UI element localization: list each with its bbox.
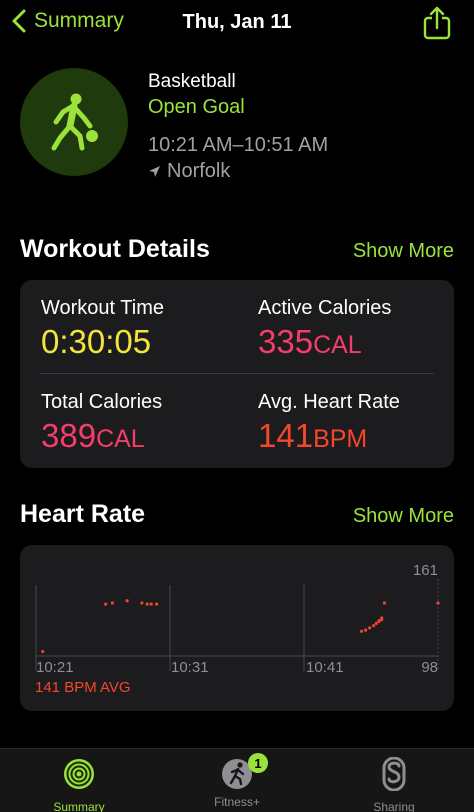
heart-rate-point — [436, 601, 440, 605]
x-axis-label-3: 10:41 — [306, 659, 344, 676]
tab-sharing[interactable]: Sharing — [334, 756, 454, 812]
heart-rate-point — [382, 601, 386, 605]
heart-rate-point — [104, 602, 108, 606]
workout-header: Basketball Open Goal 10:21 AM–10:51 AM N… — [20, 68, 460, 188]
y-axis-max-label: 161 — [413, 562, 438, 579]
active-calories-metric: Active Calories 335CAL — [258, 296, 458, 365]
workout-name: Basketball — [148, 71, 236, 92]
total-calories-number: 389 — [41, 417, 97, 454]
heart-rate-point — [368, 626, 372, 630]
y-axis-min-label: 98 — [421, 659, 438, 676]
workout-time-value: 0:30:05 — [41, 323, 152, 360]
workout-time-range: 10:21 AM–10:51 AM — [148, 134, 329, 156]
heart-rate-card[interactable]: 161 98 10:21 10:31 10:41 141 BPM AVG — [20, 545, 454, 711]
active-calories-value: 335CAL — [258, 322, 458, 365]
avg-heart-rate-value: 141BPM — [258, 416, 458, 459]
tab-fitness-plus[interactable]: 1 Fitness+ — [177, 753, 297, 809]
heart-rate-point — [145, 602, 149, 606]
total-calories-metric: Total Calories 389CAL — [41, 390, 241, 459]
workout-location: Norfolk — [148, 158, 328, 184]
workout-time-metric: Workout Time 0:30:05 — [41, 296, 241, 362]
heart-rate-point — [125, 599, 129, 603]
workout-type-badge — [20, 68, 128, 176]
active-calories-unit: CAL — [313, 331, 362, 359]
avg-heart-rate-unit: BPM — [313, 425, 368, 453]
active-calories-label: Active Calories — [258, 297, 392, 319]
tab-summary-label: Summary — [53, 800, 105, 812]
location-name: Norfolk — [167, 160, 231, 182]
x-axis-label-1: 10:21 — [36, 659, 74, 676]
heart-rate-average: 141 BPM AVG — [35, 679, 131, 696]
avg-heart-rate-label: Avg. Heart Rate — [258, 391, 400, 413]
workout-time-label: Workout Time — [41, 297, 164, 319]
heart-rate-point — [360, 629, 364, 633]
workout-details-header: Workout Details Show More — [20, 235, 454, 269]
sharing-icon — [382, 756, 406, 792]
heart-rate-show-more-button[interactable]: Show More — [353, 505, 454, 528]
heart-rate-point — [364, 628, 368, 632]
details-divider — [40, 373, 434, 374]
heart-rate-points — [41, 599, 440, 653]
navigation-bar: Summary Thu, Jan 11 — [0, 0, 474, 48]
heart-rate-point — [155, 602, 159, 606]
tab-bar: Summary 1 Fitness+ Sharing — [0, 748, 474, 812]
tab-fitness-plus-label: Fitness+ — [214, 795, 260, 809]
heart-rate-point — [380, 616, 384, 622]
total-calories-unit: CAL — [96, 425, 145, 453]
heart-rate-header: Heart Rate Show More — [20, 500, 454, 534]
total-calories-value: 389CAL — [41, 416, 241, 459]
heart-rate-point — [110, 601, 114, 605]
heart-rate-point — [377, 619, 381, 623]
basketball-player-icon — [51, 93, 98, 151]
heart-rate-point — [374, 621, 378, 625]
heart-rate-title: Heart Rate — [20, 500, 146, 528]
avg-heart-rate-metric: Avg. Heart Rate 141BPM — [258, 390, 458, 459]
workout-details-title: Workout Details — [20, 235, 210, 263]
heart-rate-point — [372, 624, 376, 628]
workout-goal: Open Goal — [148, 96, 245, 118]
workout-details-show-more-button[interactable]: Show More — [353, 240, 454, 263]
page-title: Thu, Jan 11 — [182, 11, 292, 33]
location-arrow-icon — [149, 165, 160, 177]
fitness-plus-tab-icon-wrap: 1 — [220, 753, 268, 791]
avg-heart-rate-number: 141 — [258, 417, 314, 454]
x-axis-label-2: 10:31 — [171, 659, 209, 676]
workout-details-card[interactable]: Workout Time 0:30:05 Active Calories 335… — [20, 280, 454, 468]
heart-rate-point — [149, 602, 153, 606]
tab-sharing-label: Sharing — [373, 800, 415, 812]
total-calories-label: Total Calories — [41, 391, 163, 413]
fitness-plus-badge: 1 — [248, 753, 268, 773]
activity-rings-icon — [64, 759, 94, 789]
heart-rate-point — [41, 649, 45, 653]
heart-rate-grid — [35, 579, 439, 671]
heart-rate-point — [140, 601, 144, 605]
share-icon[interactable] — [422, 6, 452, 40]
active-calories-number: 335 — [258, 323, 314, 360]
tab-summary[interactable]: Summary — [19, 757, 139, 812]
